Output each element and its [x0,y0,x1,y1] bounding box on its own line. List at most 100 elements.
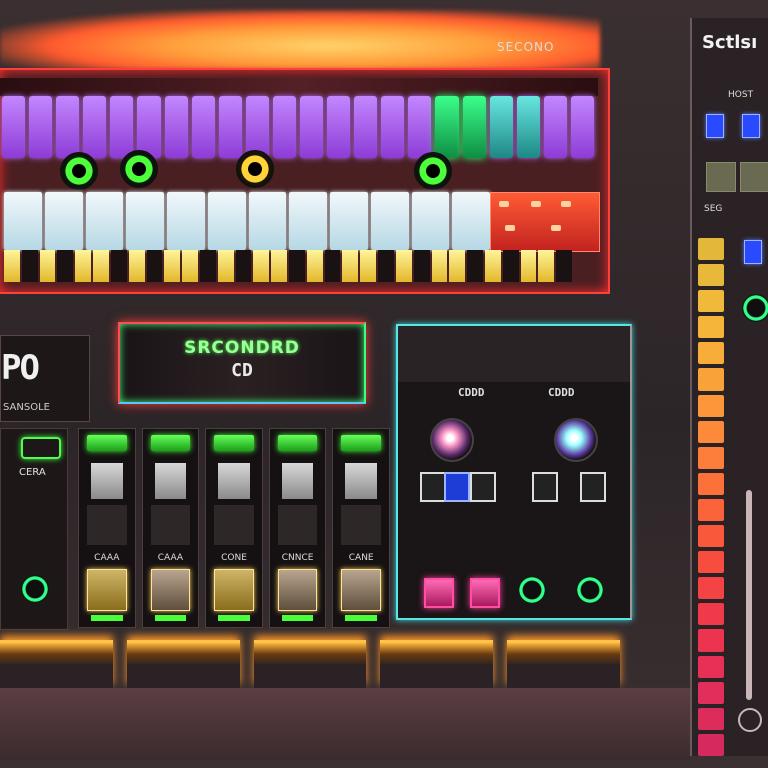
square-button[interactable] [470,472,496,502]
channel-button[interactable] [277,569,318,611]
pad[interactable] [2,96,26,158]
key[interactable] [253,250,270,282]
white-key[interactable] [289,192,327,250]
white-key[interactable] [370,192,409,250]
white-key[interactable] [85,192,124,250]
pad[interactable] [272,96,296,158]
key[interactable] [502,250,519,282]
blue-square-button[interactable] [444,472,470,502]
key[interactable] [378,250,394,282]
volume-slider[interactable] [746,490,752,700]
pad[interactable] [191,96,215,158]
green-knob-icon[interactable] [60,152,98,190]
bottom-pad[interactable] [126,640,240,688]
green-knob-icon[interactable] [414,152,452,190]
blue-led-button[interactable] [706,114,724,138]
white-key[interactable] [452,192,490,250]
key[interactable] [57,250,74,282]
square-button[interactable] [532,472,558,502]
channel-button[interactable] [214,569,254,611]
pad[interactable] [110,96,134,158]
green-knob-icon[interactable] [742,294,768,322]
key[interactable] [431,250,448,282]
channel-fader[interactable] [218,463,250,499]
bottom-pad[interactable] [507,640,620,688]
channel-fader[interactable] [154,463,187,499]
pad[interactable] [29,96,53,158]
key[interactable] [520,250,537,282]
pad[interactable] [245,96,269,158]
green-knob-icon[interactable] [518,576,546,604]
channel-fader[interactable] [281,463,314,499]
pad[interactable] [381,96,405,158]
key[interactable] [324,250,341,282]
channel-button[interactable] [87,569,127,611]
pad[interactable] [56,96,80,158]
key[interactable] [467,250,483,282]
pad[interactable] [543,96,567,158]
white-key[interactable] [330,192,368,250]
pad[interactable] [516,96,540,158]
key[interactable] [449,250,466,282]
bottom-pad[interactable] [380,640,494,688]
pad[interactable] [408,96,432,158]
white-key[interactable] [126,192,164,250]
key[interactable] [342,250,359,282]
pink-button[interactable] [470,578,500,608]
channel-button[interactable] [341,569,381,611]
key[interactable] [146,250,163,282]
pad[interactable] [489,96,513,158]
pink-orb-knob-icon[interactable] [430,418,474,462]
cyan-orb-knob-icon[interactable] [554,418,598,462]
key[interactable] [289,250,305,282]
pad[interactable] [137,96,161,158]
blue-led-button[interactable] [744,240,762,264]
channel-fader[interactable] [91,463,123,499]
key[interactable] [21,250,38,282]
key[interactable] [271,250,287,282]
key[interactable] [39,250,56,282]
channel-fader[interactable] [345,463,377,499]
blue-led-button[interactable] [742,114,760,138]
pad[interactable] [218,96,242,158]
key[interactable] [128,250,145,282]
green-knob-icon[interactable] [120,150,158,188]
key[interactable] [164,250,181,282]
pad[interactable] [164,96,188,158]
key[interactable] [360,250,377,282]
yellow-knob-icon[interactable] [236,150,274,188]
pad[interactable] [462,96,486,158]
square-button[interactable] [420,472,446,502]
green-knob-icon[interactable] [21,575,49,603]
key[interactable] [484,250,501,282]
pink-button[interactable] [424,578,454,608]
pad[interactable] [83,96,107,158]
white-key[interactable] [207,192,246,250]
key[interactable] [413,250,430,282]
pad[interactable] [435,96,459,158]
key[interactable] [4,250,20,282]
green-led-button[interactable] [21,437,61,459]
white-key[interactable] [167,192,205,250]
key[interactable] [395,250,412,282]
square-button[interactable] [580,472,606,502]
white-key[interactable] [411,192,450,250]
green-knob-icon[interactable] [576,576,604,604]
bottom-pad[interactable] [0,640,113,688]
key[interactable] [182,250,198,282]
pad[interactable] [300,96,324,158]
key[interactable] [75,250,92,282]
key[interactable] [93,250,109,282]
pad[interactable] [354,96,378,158]
key[interactable] [556,250,572,282]
sidebar-square-button[interactable] [740,162,768,192]
key[interactable] [235,250,252,282]
channel-button[interactable] [150,569,191,611]
bottom-pad[interactable] [253,640,367,688]
key[interactable] [306,250,323,282]
pad[interactable] [327,96,351,158]
sidebar-square-button[interactable] [706,162,736,192]
key[interactable] [538,250,555,282]
white-key[interactable] [44,192,83,250]
key[interactable] [217,250,234,282]
